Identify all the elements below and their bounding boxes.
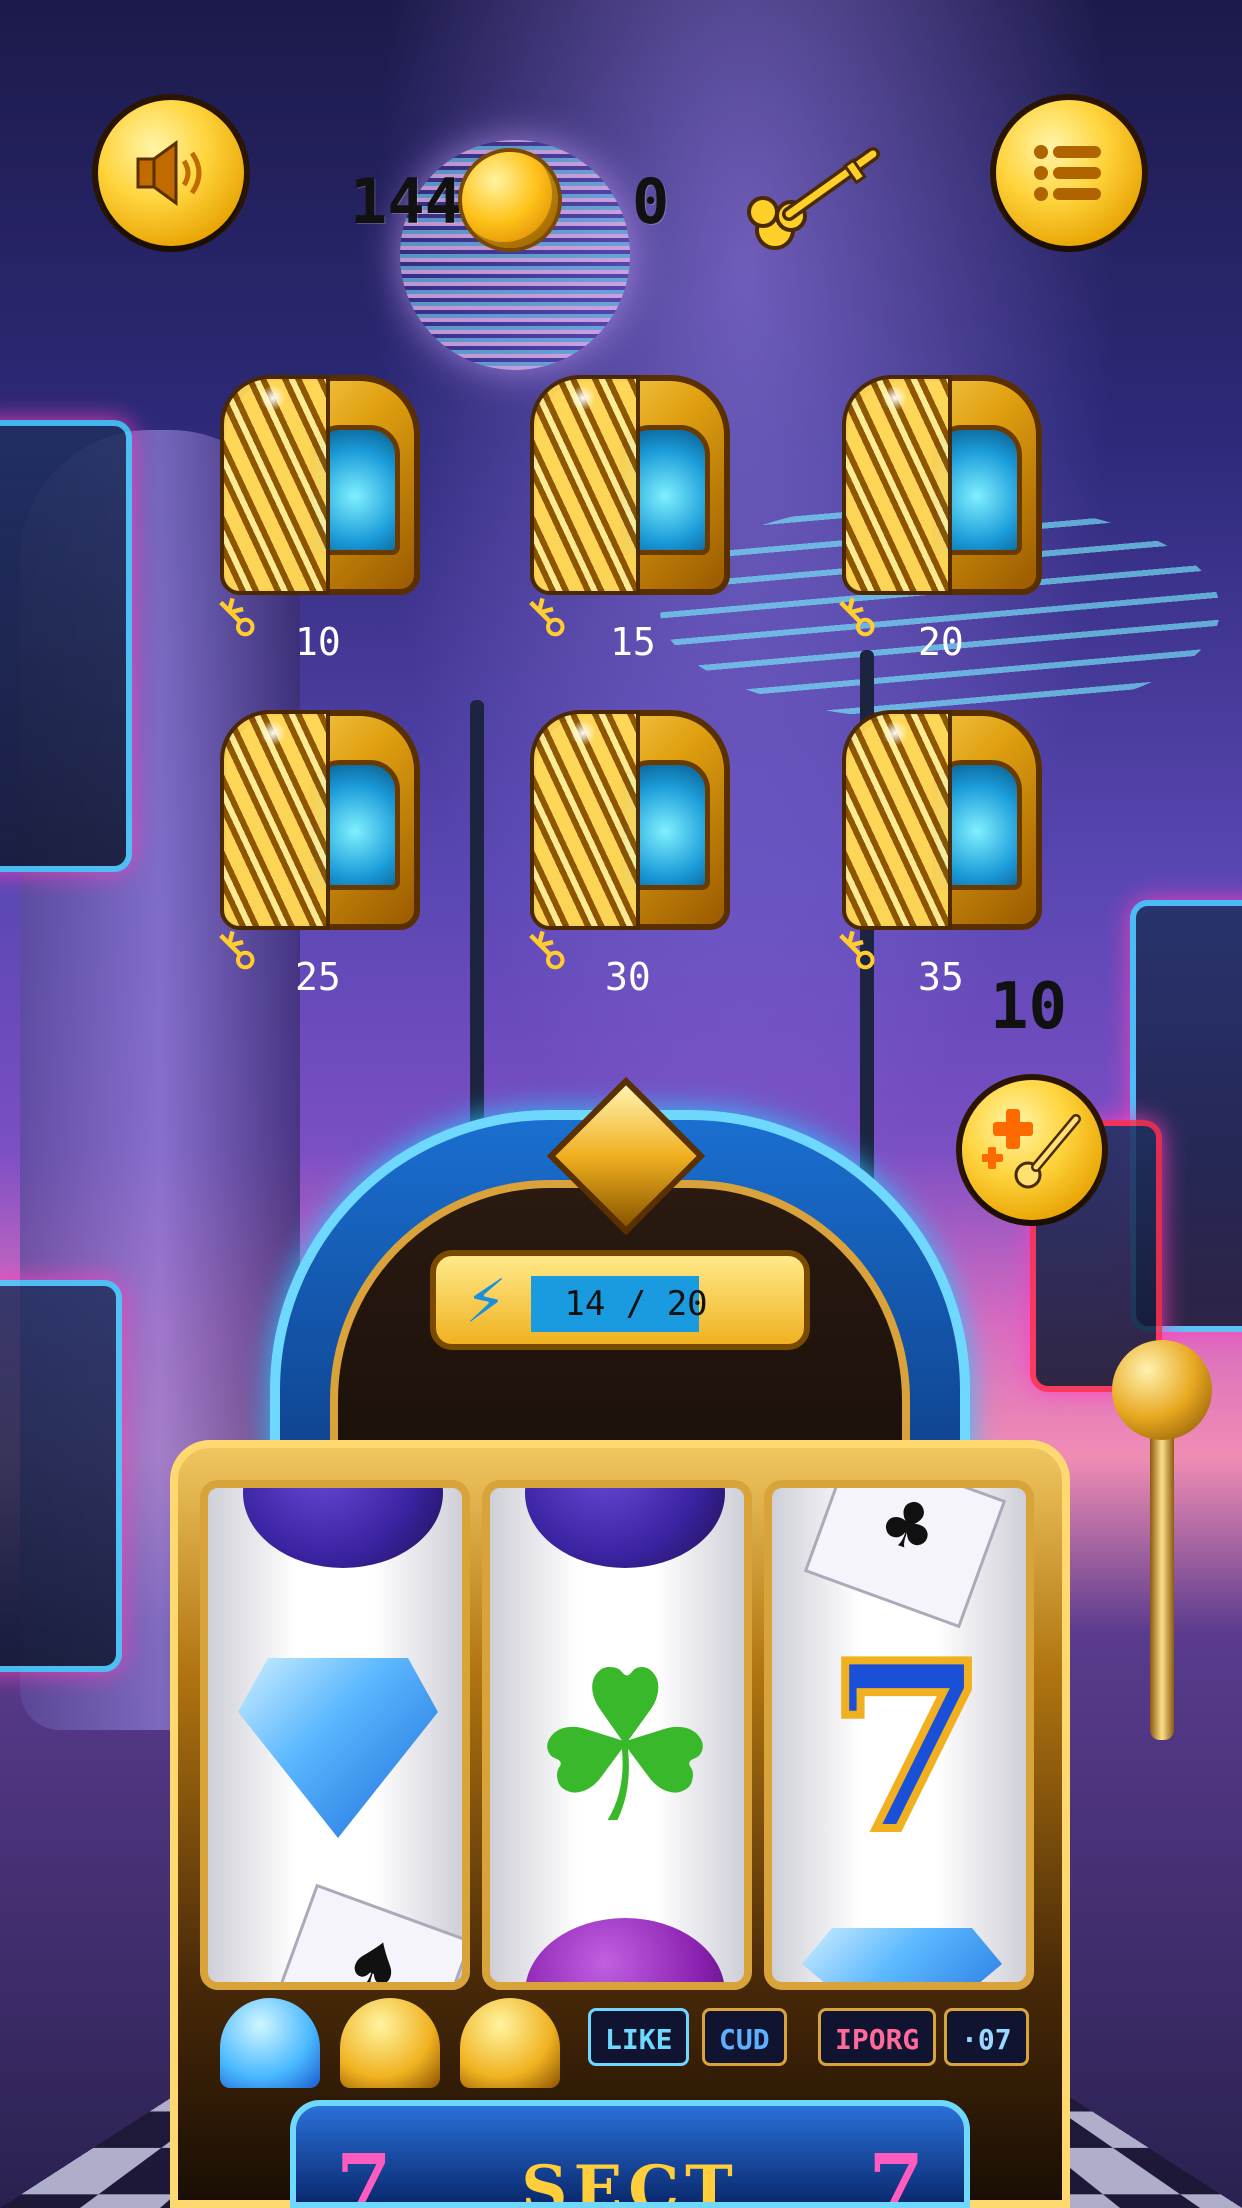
menu-button[interactable] <box>996 100 1142 246</box>
reel-3: ♣ 7 <box>764 1480 1034 1990</box>
lever-knob[interactable] <box>1112 1340 1212 1440</box>
chest-4-cost: 25 <box>295 955 341 999</box>
speaker-icon <box>136 140 202 206</box>
chest-3-cost: 20 <box>918 620 964 664</box>
sound-button[interactable] <box>98 100 244 246</box>
key-count: 0 <box>632 165 670 238</box>
club-card-symbol: ♣ <box>803 1488 1007 1629</box>
sparkle <box>882 720 908 746</box>
seven-neon-icon: 7 <box>868 2136 924 2208</box>
sparkle <box>882 385 908 411</box>
reel-2: ☘ <box>482 1480 752 1990</box>
purple-ball-symbol <box>525 1918 725 1982</box>
key-icon <box>745 140 885 260</box>
bell-icon <box>220 1998 320 2088</box>
bell-icon <box>340 1998 440 2088</box>
spade-card-symbol: ♠ <box>269 1883 462 1982</box>
seven-symbol: 7 <box>823 1613 991 1883</box>
marquee-text: SECT <box>521 2152 739 2208</box>
arcade-cabinet-left <box>0 420 132 872</box>
sparkle <box>260 720 286 746</box>
machine-tag-1: LIKE <box>588 2008 690 2066</box>
bell-icon <box>460 1998 560 2088</box>
chest-5-cost: 30 <box>605 955 651 999</box>
slot-machine: ⚡ 14 / 20 ♠ ☘ ♣ 7 LIKE CUD IPORG ·07 <box>140 1076 1100 2208</box>
sparkle <box>570 385 596 411</box>
reel-1: ♠ <box>200 1480 470 1990</box>
chest-1[interactable] <box>200 345 420 605</box>
diamond-symbol <box>802 1928 1002 1982</box>
chest-4[interactable] <box>200 680 420 940</box>
reels: ♠ ☘ ♣ 7 <box>200 1480 1050 1990</box>
chest-2-cost: 15 <box>610 620 656 664</box>
chest-3[interactable] <box>822 345 1042 605</box>
chest-6[interactable] <box>822 680 1042 940</box>
energy-label: 14 / 20 <box>564 1284 708 1324</box>
coin-count: 144 <box>350 165 462 238</box>
machine-tag-3: IPORG <box>818 2008 937 2066</box>
chest-5[interactable] <box>510 680 730 940</box>
purple-ball-symbol <box>243 1488 443 1568</box>
sparkle <box>260 385 286 411</box>
bottom-marquee: 7 SECT 7 <box>290 2100 970 2208</box>
menu-list-icon <box>1034 145 1101 201</box>
bell-row: LIKE CUD IPORG ·07 <box>220 1998 1040 2088</box>
sparkle <box>570 720 596 746</box>
chest-2[interactable] <box>510 345 730 605</box>
chest-6-cost: 35 <box>918 955 964 999</box>
lever-rod[interactable] <box>1150 1400 1174 1740</box>
machine-tag-2: CUD <box>702 2008 787 2066</box>
coin-icon <box>462 152 558 248</box>
diamond-symbol <box>238 1658 438 1838</box>
chest-1-cost: 10 <box>295 620 341 664</box>
free-keys-count: 10 <box>990 970 1068 1044</box>
arcade-cabinet-left-2 <box>0 1280 122 1672</box>
machine-tag-4: ·07 <box>944 2008 1029 2066</box>
clover-symbol: ☘ <box>530 1625 720 1870</box>
lightning-bolt-icon: ⚡ <box>464 1267 508 1337</box>
purple-ball-symbol <box>525 1488 725 1568</box>
energy-meter: ⚡ 14 / 20 <box>430 1250 810 1350</box>
